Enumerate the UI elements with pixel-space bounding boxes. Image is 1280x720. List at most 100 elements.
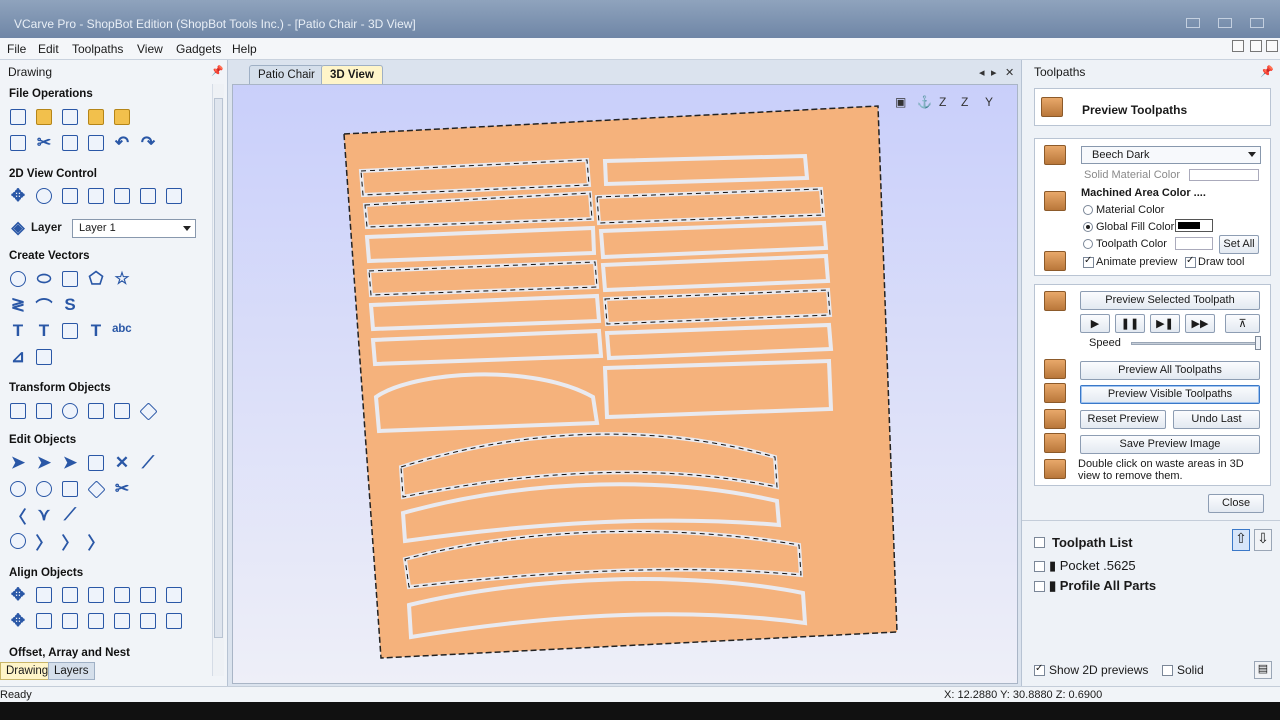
pan-icon[interactable]: ✥ [7,185,29,207]
tab-drawing[interactable]: Drawing [0,662,55,680]
move-icon[interactable] [7,400,29,422]
move-up-icon[interactable]: ⇧ [1232,529,1250,551]
align-top-icon[interactable] [137,584,159,606]
import-vectors-icon[interactable] [85,106,107,128]
smooth-icon[interactable] [7,530,29,552]
scale-icon[interactable] [33,400,55,422]
text-on-curve-icon[interactable] [59,320,81,342]
toolpath-item-pocket[interactable]: ▮ Pocket .5625 [1049,558,1136,574]
mdi-restore-icon[interactable] [1250,40,1262,52]
draw-polyline-icon[interactable]: ≷ [7,294,29,316]
center-v-material-icon[interactable] [59,610,81,632]
select-all-icon[interactable] [85,452,107,474]
radio-toolpath-color[interactable] [1083,239,1093,249]
solid-color-swatch[interactable] [1189,169,1259,181]
play-icon[interactable]: ▶ [1080,314,1110,333]
radio-global-fill[interactable] [1083,222,1093,232]
left-panel-scrollbar[interactable] [212,84,224,676]
pin-icon[interactable]: 📌 [1260,65,1274,78]
draw-polygon-icon[interactable]: ⬠ [85,268,107,290]
speed-slider-thumb[interactable] [1255,336,1261,350]
rotate-icon[interactable] [59,400,81,422]
align-bottom-icon[interactable] [163,584,185,606]
tab-3d-view[interactable]: 3D View [321,65,383,84]
skip-top-icon[interactable]: ⊼ [1225,314,1260,333]
center-in-material-icon[interactable]: ✥ [7,610,29,632]
reset-preview-button[interactable]: Reset Preview [1080,410,1166,429]
toolpath-checkbox-pocket[interactable] [1034,561,1045,572]
measure-tool-icon[interactable]: ⟋ [137,452,159,474]
view-toggle-icon[interactable] [137,185,159,207]
cut-icon[interactable]: ✂ [33,132,55,154]
menu-gadgets[interactable]: Gadgets [176,42,221,56]
measure-icon[interactable] [33,346,55,368]
paste-icon[interactable] [85,132,107,154]
tab-patio-chair[interactable]: Patio Chair [249,65,324,84]
close-window-icon[interactable] [1250,18,1264,28]
distribute-v-icon[interactable] [163,610,185,632]
align-center-icon[interactable]: ✥ [7,584,29,606]
global-fill-swatch[interactable] [1175,219,1213,232]
animate-preview-checkbox[interactable] [1083,255,1094,268]
auto-layout-text-icon[interactable]: T [85,320,107,342]
join-icon[interactable] [7,478,29,500]
maximize-icon[interactable] [1218,18,1232,28]
tab-close-icon[interactable]: ✕ [1005,66,1014,79]
preview-visible-button[interactable]: Preview Visible Toolpaths [1080,385,1260,404]
new-file-icon[interactable] [7,106,29,128]
weld-icon[interactable] [59,478,81,500]
zoom-selection-icon[interactable] [85,185,107,207]
copy-icon[interactable] [59,132,81,154]
scroll-thumb[interactable] [214,98,223,638]
redo-icon[interactable]: ↷ [137,132,159,154]
arc-fit-icon[interactable]: 〉 [59,530,81,553]
curve-fit-icon[interactable]: 〉 [33,530,55,553]
align-h-center-icon[interactable] [33,584,55,606]
pin-icon[interactable]: 📌 [211,66,223,77]
toolpath-checkbox-profile[interactable] [1034,581,1045,592]
layer-select[interactable]: Layer 1 [72,219,196,238]
3d-view-canvas[interactable]: ▣ ⚓ Z Z Y [232,84,1018,684]
tab-next-icon[interactable]: ▸ [991,66,997,79]
mdi-minimize-icon[interactable] [1232,40,1244,52]
draw-circle-icon[interactable] [7,268,29,290]
node-edit-icon[interactable]: ➤ [33,452,55,474]
mirror-icon[interactable] [85,400,107,422]
minimize-icon[interactable] [1186,18,1200,28]
toolpath-list-checkbox[interactable] [1034,537,1045,548]
step-icon[interactable]: ▶❚ [1150,314,1180,333]
open-file-icon[interactable] [33,106,55,128]
solid-checkbox[interactable] [1162,665,1173,676]
draw-arc-icon[interactable]: ⌒ [33,294,55,317]
distribute-icon[interactable] [137,610,159,632]
draw-ellipse-icon[interactable]: ⬭ [33,268,55,290]
select-icon[interactable]: ➤ [7,452,29,474]
extend-icon[interactable]: ⟋ [59,504,81,526]
zoom-all-icon[interactable] [59,185,81,207]
preview-selected-button[interactable]: Preview Selected Toolpath [1080,291,1260,310]
bezier-icon[interactable]: 〉 [85,530,107,553]
toolpath-color-swatch[interactable] [1175,237,1213,250]
menu-file[interactable]: File [7,42,26,56]
delete-icon[interactable]: ✕ [111,452,133,474]
zoom-material-icon[interactable] [111,185,133,207]
move-down-icon[interactable]: ⇩ [1254,529,1272,551]
set-position-icon[interactable] [137,400,159,422]
align-right-icon[interactable] [111,584,133,606]
menu-toolpaths[interactable]: Toolpaths [72,42,123,56]
draw-tool-checkbox[interactable] [1185,255,1196,268]
show-2d-previews-checkbox[interactable] [1034,663,1045,676]
chamfer-icon[interactable]: ⋎ [33,504,55,526]
menu-edit[interactable]: Edit [38,42,59,56]
menu-view[interactable]: View [137,42,163,56]
draw-rectangle-icon[interactable] [59,268,81,290]
pause-icon[interactable]: ❚❚ [1115,314,1145,333]
mdi-close-icon[interactable] [1266,40,1278,52]
text-tool-icon[interactable]: T [7,320,29,342]
offset-icon[interactable] [85,478,107,500]
view-switch-icon[interactable] [163,185,185,207]
center-h-material-icon[interactable] [33,610,55,632]
zoom-in-icon[interactable] [33,185,55,207]
distort-icon[interactable] [111,400,133,422]
toolpath-summary-icon[interactable]: ▤ [1254,661,1272,679]
